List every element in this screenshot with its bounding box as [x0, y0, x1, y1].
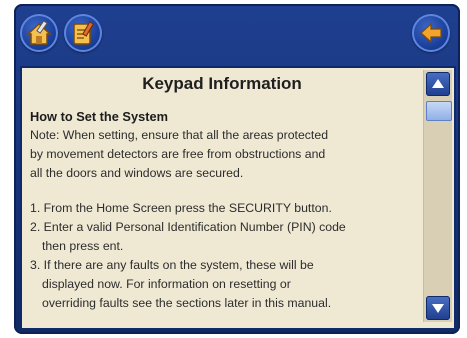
- vertical-scrollbar[interactable]: [423, 70, 452, 322]
- notes-button[interactable]: [64, 14, 102, 52]
- document-content: Keypad Information How to Set the System…: [30, 68, 414, 328]
- step-line: overriding faults see the sections later…: [42, 296, 332, 310]
- step-line: displayed now. For information on resett…: [42, 277, 291, 291]
- back-button[interactable]: [412, 14, 450, 52]
- back-arrow-icon: [420, 22, 442, 44]
- note-line: by movement detectors are free from obst…: [30, 147, 326, 161]
- scroll-down-arrow-icon: [432, 304, 444, 313]
- scroll-down-button[interactable]: [426, 296, 450, 320]
- scroll-up-button[interactable]: [426, 72, 450, 96]
- step-line: 1. From the Home Screen press the SECURI…: [30, 201, 332, 215]
- note-line: all the doors and windows are secured.: [30, 166, 244, 180]
- info-screen: Keypad Information How to Set the System…: [20, 66, 456, 330]
- scroll-thumb[interactable]: [426, 101, 452, 121]
- note-line: Note: When setting, ensure that all the …: [30, 128, 329, 142]
- scroll-up-arrow-icon: [432, 79, 444, 88]
- page-title: Keypad Information: [142, 74, 302, 93]
- notepad-pencil-icon: [73, 21, 94, 45]
- home-tools-button[interactable]: [20, 14, 58, 52]
- step-line: 2. Enter a valid Personal Identification…: [30, 220, 346, 234]
- section-heading: How to Set the System: [30, 109, 168, 124]
- house-with-tools-icon: [26, 20, 52, 45]
- step-line: then press ent.: [42, 239, 124, 253]
- step-line: 3. If there are any faults on the system…: [30, 258, 314, 272]
- device-frame: Keypad Information How to Set the System…: [14, 4, 460, 334]
